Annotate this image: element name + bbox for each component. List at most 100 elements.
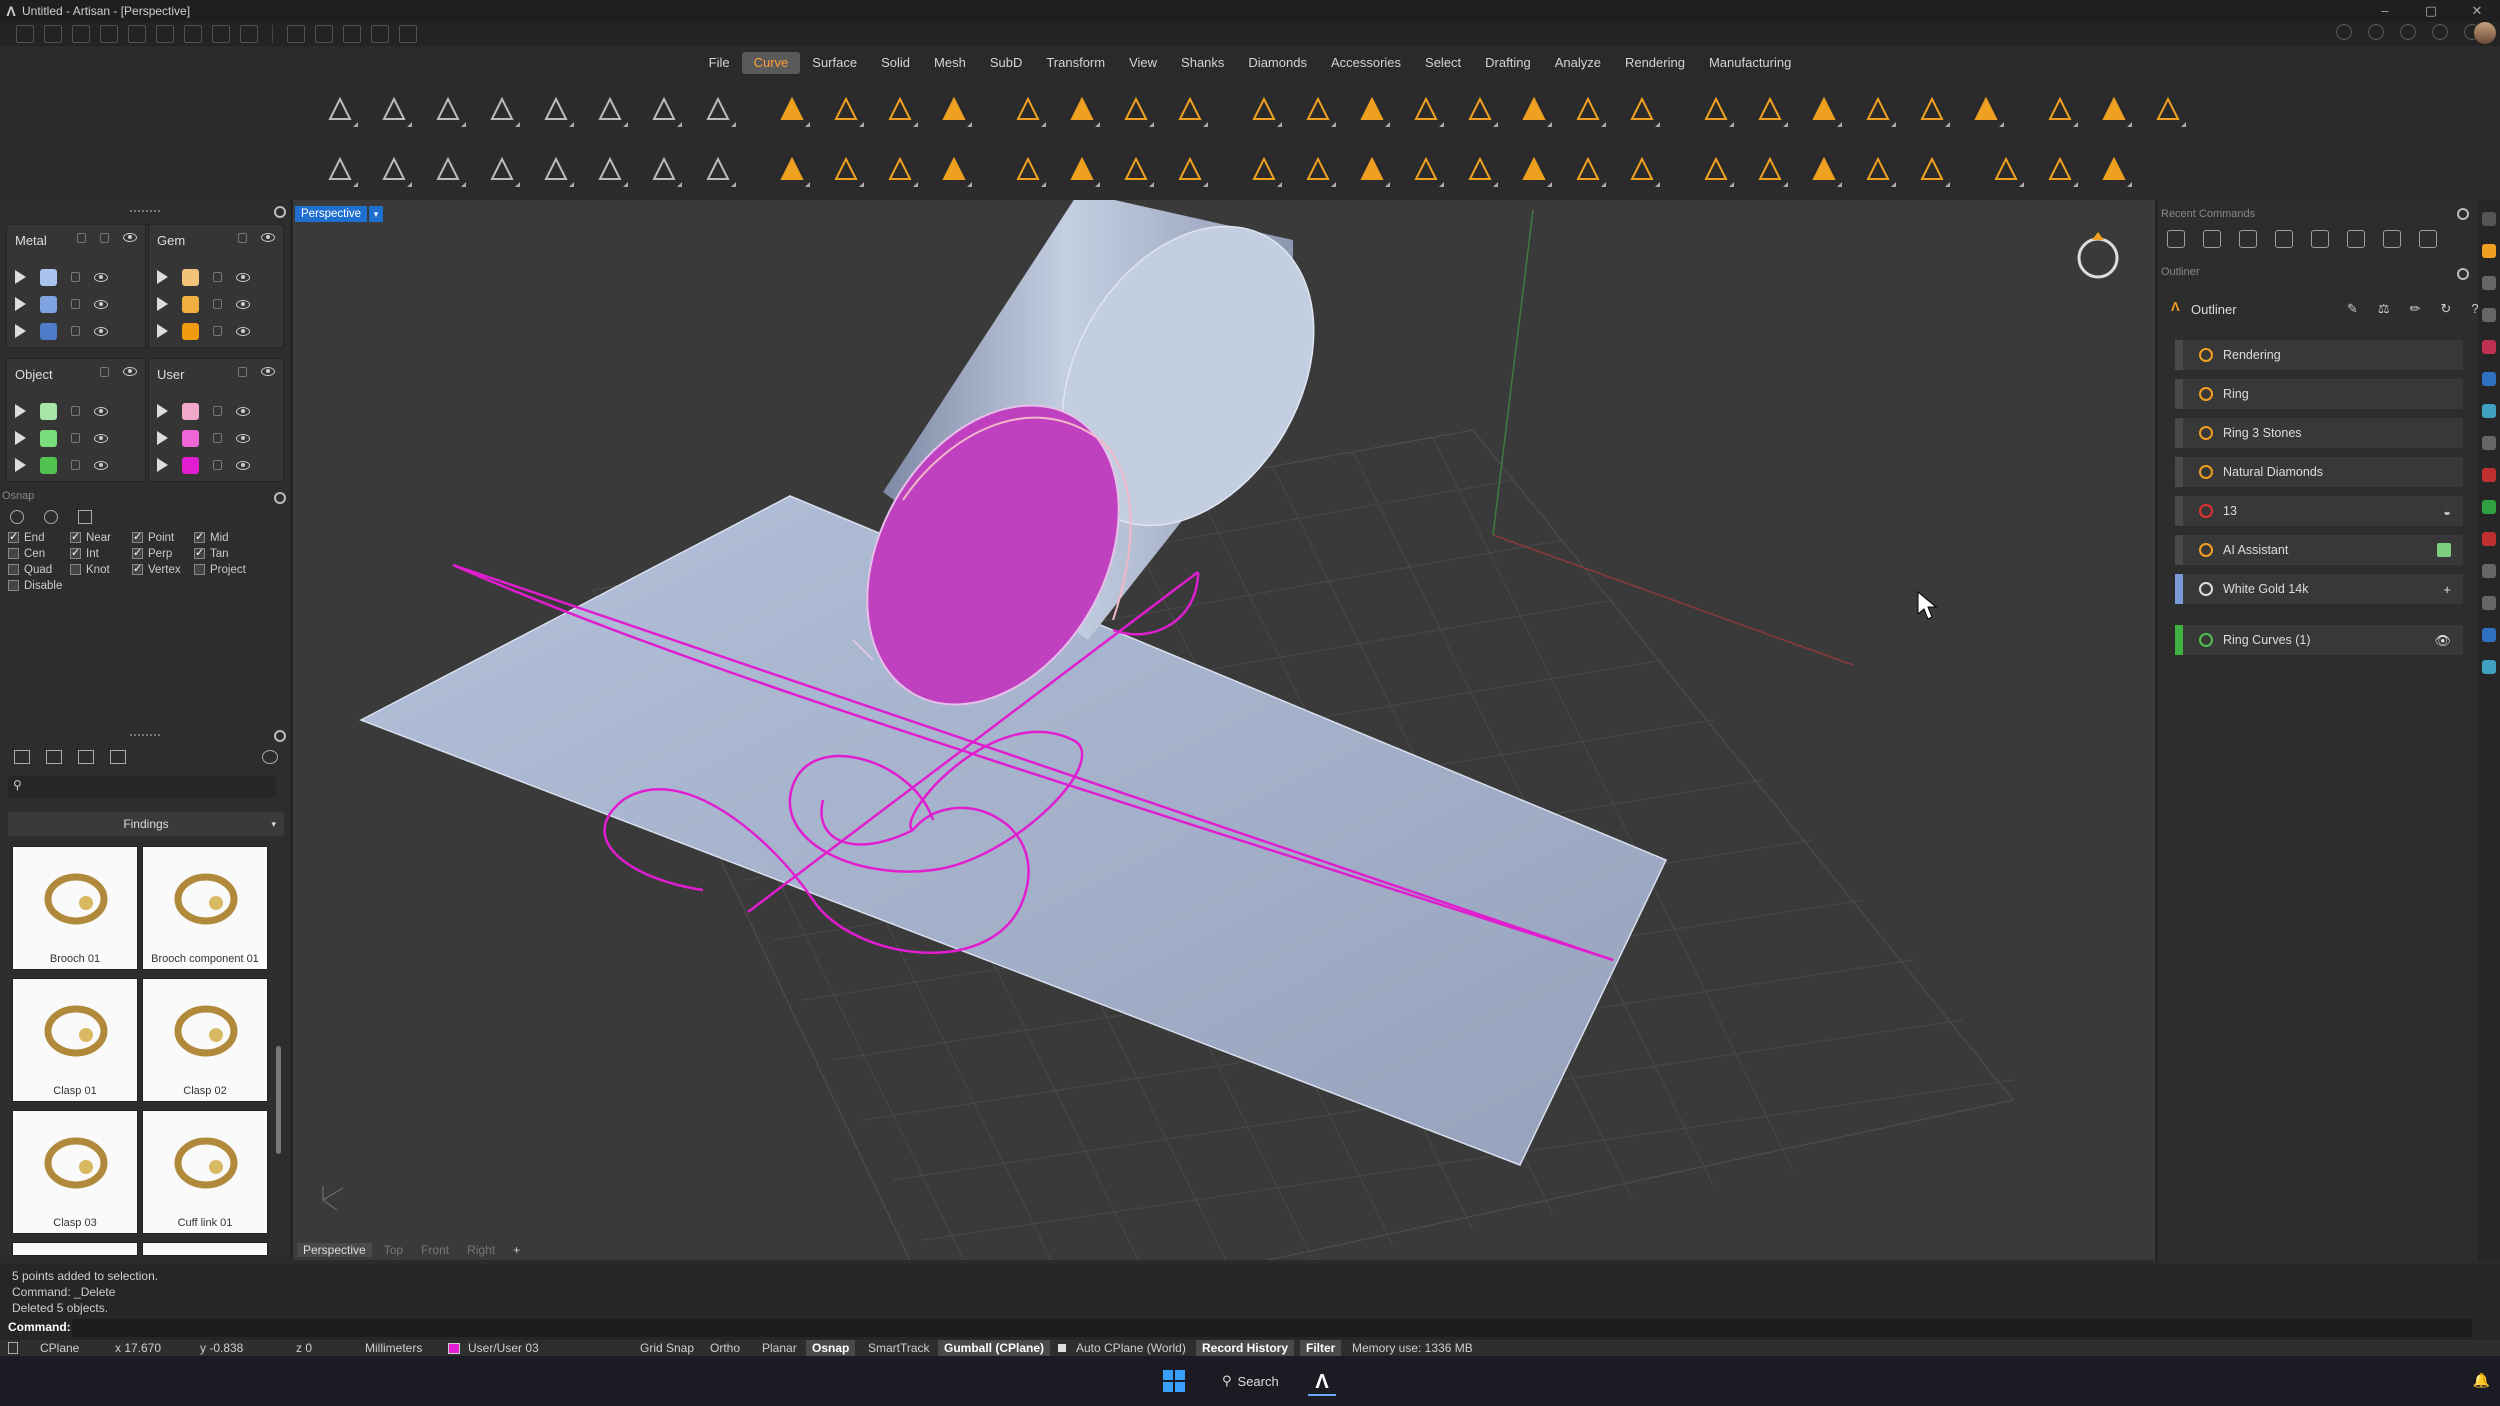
rotate-ring-tool-icon[interactable] — [2094, 89, 2134, 129]
viewport-perspective[interactable]: Perspective ▾ Perspective Top Front Right + — [293, 200, 2155, 1260]
blend-curve-tool-icon[interactable] — [1406, 89, 1446, 129]
offset-tool-icon[interactable] — [1460, 89, 1500, 129]
eye-icon[interactable] — [236, 460, 250, 470]
osnap-target-icon[interactable] — [44, 510, 58, 524]
material-icon[interactable] — [2482, 404, 2496, 418]
eye-icon[interactable] — [236, 299, 250, 309]
prong-tool-icon[interactable] — [1062, 149, 1102, 189]
trim-tool-icon[interactable] — [2239, 230, 2257, 248]
gem-cube-tool-icon[interactable] — [1912, 149, 1952, 189]
shank-profile-tool-icon[interactable] — [1696, 89, 1736, 129]
viewport-tab-front[interactable]: Front — [415, 1243, 455, 1257]
osnap-quad-checkbox[interactable]: Quad — [8, 562, 70, 577]
layer-color-swatch[interactable] — [182, 268, 199, 286]
play-icon[interactable] — [157, 404, 168, 418]
extend-tool-icon[interactable] — [1460, 149, 1500, 189]
assistant-status-icon[interactable] — [2437, 543, 2451, 557]
layer-color-swatch[interactable] — [40, 456, 57, 474]
windows-start-icon[interactable] — [1162, 1369, 1186, 1393]
minimize-button[interactable]: – — [2362, 0, 2408, 22]
lock-icon[interactable] — [71, 299, 80, 309]
point-tool-icon[interactable] — [320, 89, 360, 129]
viewport-tab-top[interactable]: Top — [378, 1243, 409, 1257]
menu-accessories[interactable]: Accessories — [1319, 52, 1413, 74]
lock-icon[interactable] — [213, 406, 222, 416]
bail-tool-icon[interactable] — [1170, 149, 1210, 189]
layer-color-swatch[interactable] — [182, 429, 199, 447]
outliner-item[interactable]: White Gold 14k + — [2175, 574, 2463, 604]
layer-color-swatch[interactable] — [40, 402, 57, 420]
library-item[interactable]: Clasp 03 — [12, 1110, 138, 1234]
library-item[interactable]: Brooch component 01 — [142, 846, 268, 970]
library-item[interactable]: Clasp 01 — [12, 978, 138, 1102]
corner-in-tool-icon[interactable] — [1244, 149, 1284, 189]
multi-offset-tool-icon[interactable] — [1514, 89, 1554, 129]
undo-icon[interactable] — [128, 25, 146, 43]
checkbox-icon[interactable] — [132, 530, 143, 543]
eye-icon[interactable] — [261, 233, 275, 242]
library-category-dropdown[interactable]: Findings ▾ — [8, 812, 284, 836]
layer-color-swatch[interactable] — [40, 268, 57, 286]
eye-icon[interactable] — [94, 326, 108, 336]
status-units[interactable]: Millimeters — [365, 1340, 422, 1356]
edit-icon[interactable]: ✏ — [2410, 301, 2421, 317]
layer-row[interactable] — [15, 401, 108, 421]
menu-manufacturing[interactable]: Manufacturing — [1697, 52, 1803, 74]
layer-row[interactable] — [157, 428, 250, 448]
add-viewport-button[interactable]: + — [507, 1243, 526, 1257]
checkbox-icon[interactable] — [8, 564, 19, 575]
gem-slab-tool-icon[interactable] — [1804, 149, 1844, 189]
shank-curve-tool-icon[interactable] — [1750, 89, 1790, 129]
play-icon[interactable] — [15, 324, 26, 338]
properties-icon[interactable] — [2482, 308, 2496, 322]
eye-icon[interactable] — [94, 460, 108, 470]
gear-icon[interactable] — [2457, 208, 2469, 220]
artisan-app-icon[interactable]: Λ — [1308, 1368, 1336, 1396]
grid-array-tool-icon[interactable] — [644, 149, 684, 189]
play-icon[interactable] — [157, 297, 168, 311]
layer-row[interactable] — [15, 294, 108, 314]
osnap-int-checkbox[interactable]: Int — [70, 546, 132, 561]
gem-cut-tool-icon[interactable] — [1116, 149, 1156, 189]
outliner-item[interactable]: AI Assistant — [2175, 535, 2463, 565]
helix-tool-icon[interactable] — [644, 89, 684, 129]
eye-icon[interactable] — [94, 406, 108, 416]
command-input[interactable] — [72, 1319, 2472, 1337]
layer-row[interactable] — [157, 294, 250, 314]
refresh-icon[interactable]: ↻ — [2440, 301, 2451, 317]
gear-icon[interactable] — [2482, 212, 2496, 226]
library-item[interactable]: Clasp 02 — [142, 978, 268, 1102]
library-scrollbar[interactable] — [276, 1046, 281, 1154]
ortho-toggle[interactable]: Ortho — [710, 1340, 740, 1356]
save-icon[interactable] — [184, 25, 202, 43]
layer-row[interactable] — [157, 455, 250, 475]
lock-icon[interactable] — [71, 460, 80, 470]
spiral-tool-icon[interactable] — [590, 149, 630, 189]
settings-icon[interactable] — [371, 25, 389, 43]
price-icon[interactable] — [2482, 564, 2496, 578]
outliner-item[interactable]: Ring Curves (1) 👁 — [2175, 625, 2463, 655]
solid-ring-tool-icon[interactable] — [1750, 149, 1790, 189]
eye-icon[interactable] — [94, 433, 108, 443]
refresh-icon[interactable] — [262, 750, 278, 764]
engrave-tool-icon[interactable] — [934, 149, 974, 189]
rect-ring-tool-icon[interactable] — [772, 89, 812, 129]
lock-icon[interactable] — [213, 433, 222, 443]
play-icon[interactable] — [157, 324, 168, 338]
redo-icon[interactable] — [156, 25, 174, 43]
gallery-icon[interactable] — [78, 750, 94, 764]
outliner-item[interactable]: 13 ◒ — [2175, 496, 2463, 526]
checkbox-icon[interactable] — [194, 530, 205, 543]
grid-view-icon[interactable] — [110, 750, 126, 764]
eye-icon[interactable] — [94, 299, 108, 309]
eye-icon[interactable] — [236, 272, 250, 282]
gear-icon[interactable] — [274, 206, 286, 218]
viewport-tab-perspective[interactable]: Perspective — [297, 1243, 372, 1257]
rectangle-tool-icon[interactable] — [374, 149, 414, 189]
eye-icon[interactable] — [236, 406, 250, 416]
checkbox-icon[interactable] — [70, 564, 81, 575]
library-item[interactable] — [12, 1242, 138, 1256]
fillet-corner-tool-icon[interactable] — [1244, 89, 1284, 129]
osnap-perp-checkbox[interactable]: Perp — [132, 546, 194, 561]
circle-tool-icon[interactable] — [2275, 230, 2293, 248]
